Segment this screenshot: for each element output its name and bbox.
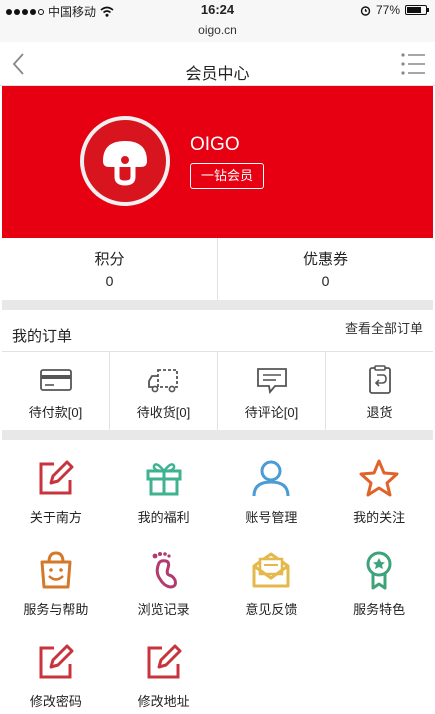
return-icon (368, 365, 391, 394)
edit-icon (39, 644, 74, 679)
orders-title: 我的订单 (12, 328, 73, 345)
battery-percent: 77% (375, 3, 400, 17)
page-title: 会员中心 (185, 66, 250, 83)
comment-icon (256, 368, 287, 395)
order-label: 待付款[0] (28, 405, 83, 420)
bag-icon (40, 551, 72, 589)
grid-item-change-password[interactable]: 修改密码 (2, 624, 110, 714)
user-icon (252, 460, 290, 497)
grid-item-about[interactable]: 关于南方 (2, 440, 110, 532)
feature-grid: 关于南方 我的福利 账号管理 我的关注 服务与帮助 浏览记录 意见反馈 服务特色… (2, 440, 433, 714)
grid-label: 修改密码 (29, 694, 82, 709)
grid-item-account[interactable]: 账号管理 (218, 440, 326, 532)
order-pending-review[interactable]: 待评论[0] (217, 352, 325, 430)
section-divider (2, 300, 433, 310)
order-return[interactable]: 退货 (325, 352, 433, 430)
grid-label: 我的福利 (137, 510, 190, 525)
grid-label: 关于南方 (29, 510, 82, 525)
order-label: 退货 (366, 405, 393, 420)
avatar[interactable] (80, 116, 170, 206)
member-level-badge: 一钻会员 (190, 163, 265, 189)
grid-label: 账号管理 (245, 510, 298, 525)
stats-bar: 积分 0 优惠券 0 (2, 238, 433, 300)
grid-item-feedback[interactable]: 意见反馈 (218, 532, 326, 624)
alarm-icon (360, 5, 371, 16)
profile-banner: OIGO 一钻会员 (2, 86, 433, 238)
status-bar: 中国移动 16:24 77% (0, 0, 435, 20)
section-divider (2, 430, 433, 440)
battery-icon (405, 5, 429, 15)
orders-header: 我的订单 查看全部订单 (2, 310, 433, 352)
points-value: 0 (105, 273, 114, 289)
footprint-icon (152, 552, 177, 589)
edit-icon (39, 460, 74, 495)
grid-label: 服务与帮助 (23, 602, 89, 617)
grid-item-help[interactable]: 服务与帮助 (2, 532, 110, 624)
grid-label: 我的关注 (353, 510, 406, 525)
truck-icon (147, 369, 178, 393)
gift-icon (146, 463, 182, 496)
card-icon (39, 369, 72, 391)
battery-info: 77% (360, 3, 429, 17)
points-label: 积分 (94, 251, 125, 268)
ribbon-icon (366, 551, 392, 590)
grid-item-history[interactable]: 浏览记录 (110, 532, 218, 624)
grid-item-change-address[interactable]: 修改地址 (110, 624, 218, 714)
grid-label: 意见反馈 (245, 602, 298, 617)
grid-label: 浏览记录 (137, 602, 190, 617)
order-pending-payment[interactable]: 待付款[0] (2, 352, 109, 430)
nav-bar: 会员中心 (0, 42, 435, 86)
coupons-label: 优惠券 (302, 251, 348, 268)
order-label: 待评论[0] (244, 405, 299, 420)
order-label: 待收货[0] (136, 405, 191, 420)
view-all-orders-link[interactable]: 查看全部订单 (345, 318, 423, 337)
grid-label: 修改地址 (137, 694, 190, 709)
url-bar[interactable]: oigo.cn (0, 20, 435, 42)
star-icon (359, 459, 399, 497)
coupons-stat[interactable]: 优惠券 0 (217, 238, 433, 300)
grid-item-features[interactable]: 服务特色 (325, 532, 433, 624)
envelope-icon (252, 552, 290, 588)
edit-icon (147, 644, 182, 679)
user-name: OIGO (190, 134, 240, 155)
order-status-row: 待付款[0] 待收货[0] 待评论[0] 退货 (2, 352, 433, 430)
mushroom-logo-icon (103, 141, 147, 186)
list-menu-icon[interactable] (399, 50, 427, 78)
points-stat[interactable]: 积分 0 (2, 238, 217, 300)
grid-label: 服务特色 (353, 602, 406, 617)
order-pending-receipt[interactable]: 待收货[0] (109, 352, 217, 430)
coupons-value: 0 (321, 273, 330, 289)
grid-item-follow[interactable]: 我的关注 (325, 440, 433, 532)
grid-item-welfare[interactable]: 我的福利 (110, 440, 218, 532)
